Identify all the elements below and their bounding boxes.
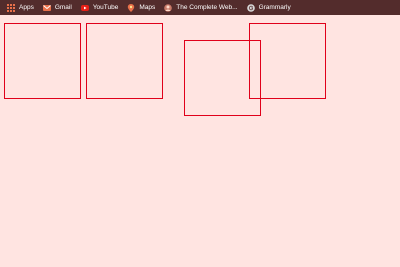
draggable-box-2[interactable] <box>86 23 163 99</box>
grammarly-icon <box>246 3 255 12</box>
bookmark-grammarly[interactable]: Grammarly <box>246 0 291 15</box>
gmail-icon <box>42 4 51 12</box>
draggable-box-1[interactable] <box>4 23 81 99</box>
maps-pin-icon <box>127 3 135 12</box>
bookmark-label: The Complete Web... <box>176 4 238 11</box>
bookmark-label: Grammarly <box>258 4 291 11</box>
bookmark-label: Apps <box>19 4 34 11</box>
course-favicon-icon <box>164 3 173 12</box>
bookmark-youtube[interactable]: YouTube <box>80 0 119 15</box>
bookmark-label: Gmail <box>54 4 72 11</box>
bookmark-label: Maps <box>139 4 156 11</box>
bookmark-label: YouTube <box>92 4 119 11</box>
bookmarks-bar: Apps Gmail YouTube Maps The Complete Web… <box>0 0 400 15</box>
youtube-icon <box>80 4 89 12</box>
bookmark-apps[interactable]: Apps <box>7 0 34 15</box>
bookmark-complete-web[interactable]: The Complete Web... <box>164 0 238 15</box>
apps-grid-icon <box>7 3 15 12</box>
draggable-box-3[interactable] <box>184 40 261 116</box>
bookmark-gmail[interactable]: Gmail <box>42 0 72 15</box>
page-canvas <box>0 15 400 267</box>
bookmark-maps[interactable]: Maps <box>127 0 155 15</box>
